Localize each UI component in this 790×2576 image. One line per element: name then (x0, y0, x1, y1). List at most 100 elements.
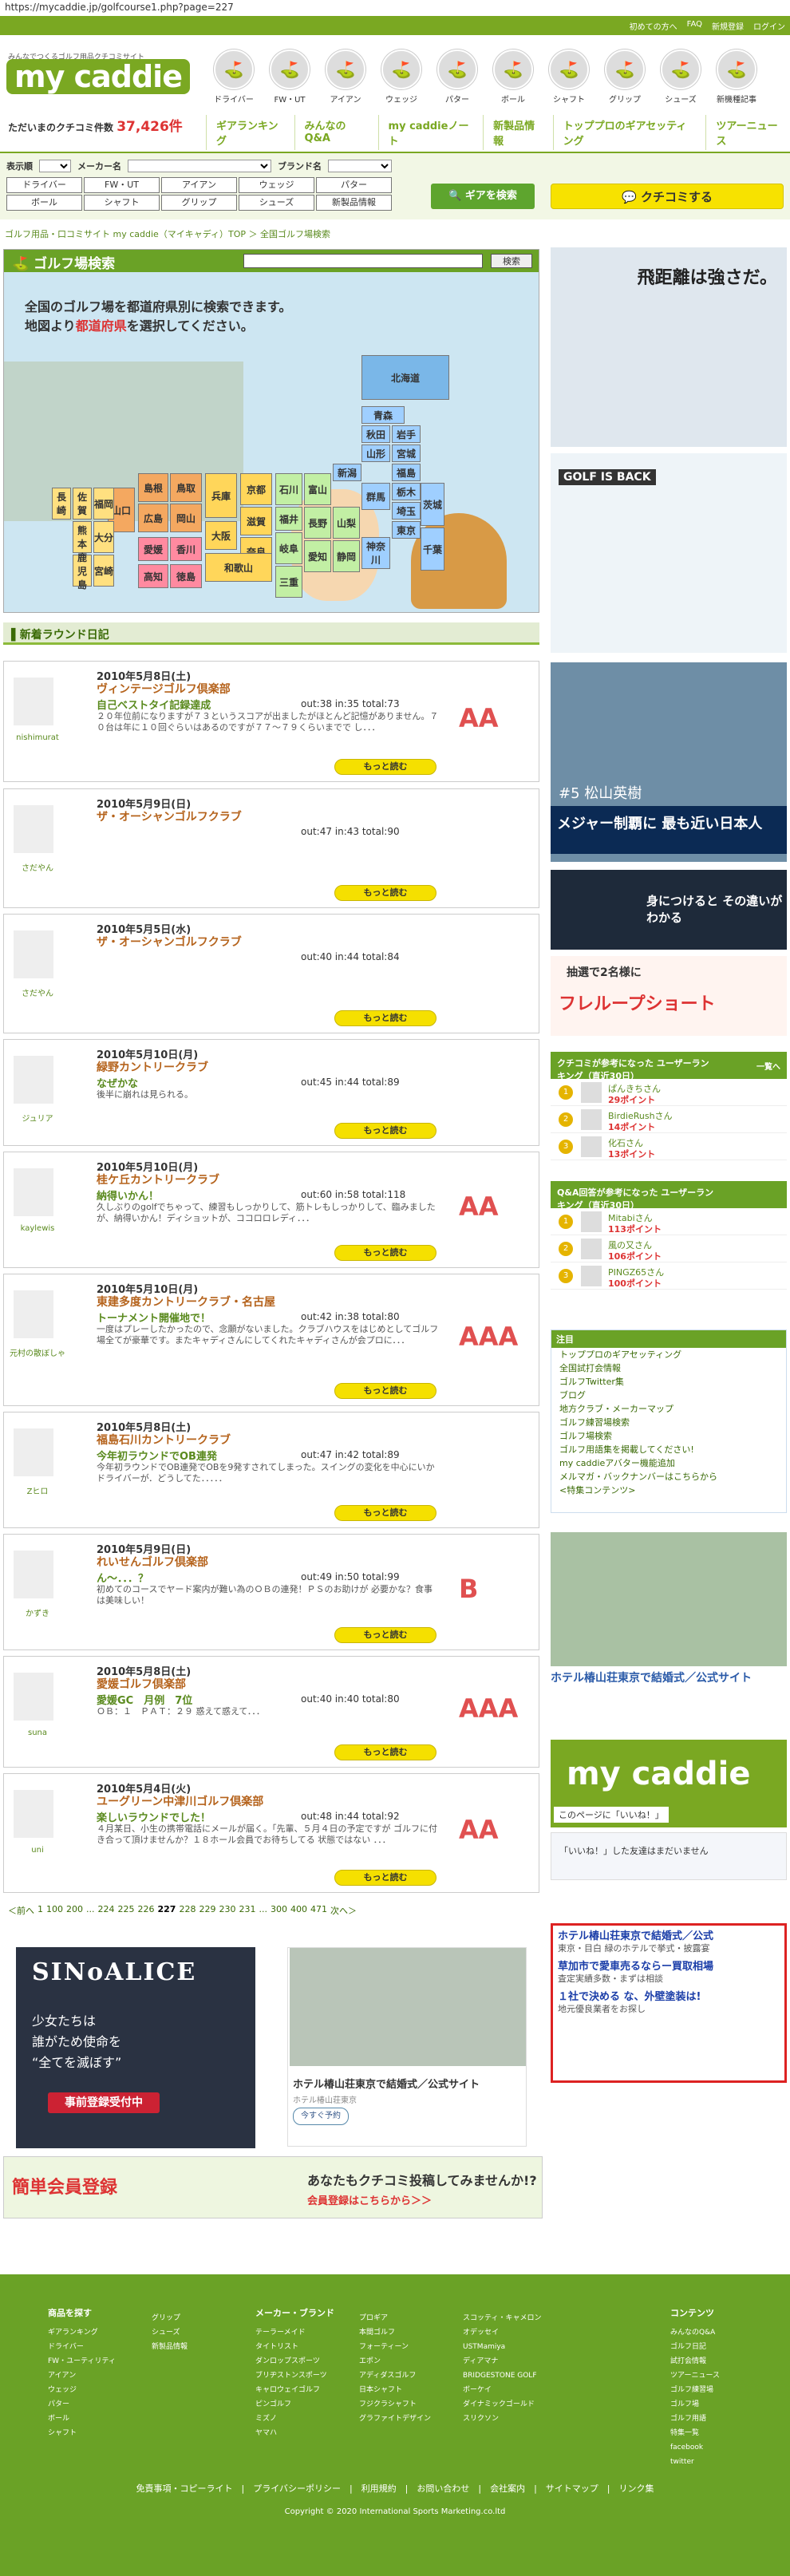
footer-link[interactable]: フジクラシャフト (359, 2397, 463, 2412)
pref-福島[interactable]: 福島 (392, 464, 421, 481)
user-nickname[interactable]: kaylewis (7, 1224, 68, 1233)
notice-link[interactable]: ゴルフTwitter集 (551, 1375, 786, 1389)
pref-香川[interactable]: 香川 (170, 537, 202, 561)
pref-広島[interactable]: 広島 (138, 504, 168, 532)
gear-type-button[interactable]: ドライバー (6, 177, 82, 193)
pref-栃木[interactable]: 栃木 (392, 483, 421, 500)
footer-link[interactable]: ウェッジ (48, 2383, 152, 2397)
footer-link[interactable]: スコッティ・キャメロン (463, 2311, 567, 2325)
footer-link[interactable]: グリップ (152, 2311, 255, 2325)
footer-link[interactable]: エポン (359, 2354, 463, 2369)
footer-link[interactable]: ツアーニュース (670, 2369, 774, 2383)
rank-row[interactable]: 1 ぱんきちさん 29ポイント (551, 1079, 787, 1106)
pref-埼玉[interactable]: 埼玉 (392, 502, 421, 520)
pref-愛知[interactable]: 愛知 (304, 540, 331, 572)
pref-京都[interactable]: 京都 (240, 473, 272, 505)
pref-長野[interactable]: 長野 (304, 507, 331, 539)
entry-title[interactable]: 今年初ラウンドでOB連発 (97, 1448, 217, 1463)
category-5[interactable]: ⛳ ボール (485, 49, 541, 105)
rank-row[interactable]: 2 BirdieRushさん 14ポイント (551, 1106, 787, 1133)
side-ad-matsuyama[interactable]: #5 松山英樹 メジャー制覇に 最も近い日本人 (551, 662, 787, 862)
page-link[interactable]: ＜前へ (8, 1904, 34, 1917)
gear-type-button[interactable]: パター (316, 177, 392, 193)
brand-select[interactable] (328, 160, 392, 172)
footer-link[interactable]: オデッセイ (463, 2325, 567, 2340)
read-more-button[interactable]: もっと読む (334, 1744, 436, 1760)
rank-row[interactable]: 1 Mitabiさん 113ポイント (551, 1208, 787, 1235)
avatar[interactable] (14, 805, 53, 853)
course-name[interactable]: 桂ケ丘カントリークラブ (97, 1171, 219, 1187)
pref-鹿児島[interactable]: 鹿児島 (73, 552, 92, 591)
pref-和歌山[interactable]: 和歌山 (205, 553, 272, 582)
register-banner[interactable]: 簡単会員登録 あなたもクチコミ投稿してみませんか!? 会員登録はこちらから＞＞ (3, 2156, 543, 2218)
footer-link[interactable]: ディアマナ (463, 2354, 567, 2369)
footer-link[interactable]: キャロウェイゴルフ (255, 2383, 359, 2397)
footer-link[interactable]: アイアン (48, 2369, 152, 2383)
footer-link[interactable]: ボール (48, 2412, 152, 2426)
course-search-button[interactable]: 検索 (491, 254, 532, 268)
pref-石川[interactable]: 石川 (275, 473, 302, 505)
pref-宮城[interactable]: 宮城 (392, 444, 421, 462)
notice-link[interactable]: ゴルフ場検索 (551, 1429, 786, 1443)
page-link[interactable]: 300 (271, 1904, 287, 1917)
course-name[interactable]: ヴィンテージゴルフ倶楽部 (97, 681, 231, 697)
pref-鳥取[interactable]: 鳥取 (170, 473, 202, 502)
pref-新潟[interactable]: 新潟 (333, 464, 361, 481)
footer-link[interactable]: facebook (670, 2440, 774, 2455)
subnav-link[interactable]: トッププロのギアセッティング (552, 115, 703, 150)
gear-type-button[interactable]: グリップ (161, 195, 237, 211)
gear-type-button[interactable]: 新製品情報 (316, 195, 392, 211)
footer-link[interactable]: ボーケイ (463, 2383, 567, 2397)
course-name[interactable]: 東建多度カントリークラブ・名古屋 (97, 1294, 275, 1310)
read-more-button[interactable]: もっと読む (334, 1505, 436, 1521)
pref-熊本[interactable]: 熊本 (73, 521, 92, 553)
top-link[interactable]: ログイン (753, 20, 785, 32)
category-1[interactable]: ⛳ FW・UT (262, 49, 318, 105)
page-link[interactable]: 225 (118, 1904, 135, 1917)
avatar[interactable] (14, 1056, 53, 1104)
footer-link[interactable]: twitter (670, 2455, 774, 2469)
gear-type-button[interactable]: ウェッジ (239, 177, 314, 193)
page-link[interactable]: 229 (199, 1904, 215, 1917)
gear-type-button[interactable]: アイアン (161, 177, 237, 193)
breadcrumb[interactable]: ゴルフ用品・口コミサイト my caddie（マイキャディ）TOP ＞ 全国ゴル… (5, 227, 330, 240)
footer-link[interactable]: テーラーメイド (255, 2325, 359, 2340)
top-link[interactable]: 初めての方へ (630, 20, 677, 32)
course-name[interactable]: 緑野カントリークラブ (97, 1059, 208, 1075)
user-nickname[interactable]: uni (7, 1846, 68, 1855)
top-link[interactable]: FAQ (687, 20, 702, 32)
pref-茨城[interactable]: 茨城 (421, 483, 444, 526)
footer-link[interactable]: ギアランキング (48, 2325, 152, 2340)
footer-link[interactable]: ゴルフ用語 (670, 2412, 774, 2426)
side-hotel-photo[interactable] (551, 1532, 787, 1666)
entry-title[interactable]: 愛媛GC 月例 7位 (97, 1692, 192, 1707)
gear-type-button[interactable]: ボール (6, 195, 82, 211)
user-nickname[interactable]: Zヒロ (7, 1484, 68, 1496)
page-link[interactable]: 100 (46, 1904, 63, 1917)
pref-青森[interactable]: 青森 (361, 406, 405, 424)
read-more-button[interactable]: もっと読む (334, 1870, 436, 1886)
footer-link[interactable]: 本間ゴルフ (359, 2325, 463, 2340)
read-more-button[interactable]: もっと読む (334, 1123, 436, 1139)
category-6[interactable]: ⛳ シャフト (541, 49, 597, 105)
page-link[interactable]: 471 (310, 1904, 327, 1917)
course-search-input[interactable] (243, 254, 483, 268)
category-7[interactable]: ⛳ グリップ (597, 49, 653, 105)
read-more-button[interactable]: もっと読む (334, 1383, 436, 1399)
maker-select[interactable] (128, 160, 271, 172)
footer-link[interactable]: ミズノ (255, 2412, 359, 2426)
pref-秋田[interactable]: 秋田 (361, 425, 390, 443)
entry-title[interactable]: 楽しいラウンドでした！ (97, 1809, 211, 1824)
pref-東京[interactable]: 東京 (392, 521, 421, 539)
page-link[interactable]: 200 (66, 1904, 83, 1917)
pref-滋賀[interactable]: 滋賀 (240, 507, 272, 535)
footer-link[interactable]: スリクソン (463, 2412, 567, 2426)
user-nickname[interactable]: ジュリア (7, 1112, 68, 1124)
course-name[interactable]: れいせんゴルフ倶楽部 (97, 1554, 208, 1570)
notice-link[interactable]: <特集コンテンツ> (551, 1484, 786, 1497)
user-nickname[interactable]: さだやん (7, 861, 68, 873)
avatar[interactable] (14, 1168, 53, 1216)
pref-岩手[interactable]: 岩手 (392, 425, 421, 443)
category-2[interactable]: ⛳ アイアン (318, 49, 373, 105)
page-link[interactable]: 224 (98, 1904, 115, 1917)
